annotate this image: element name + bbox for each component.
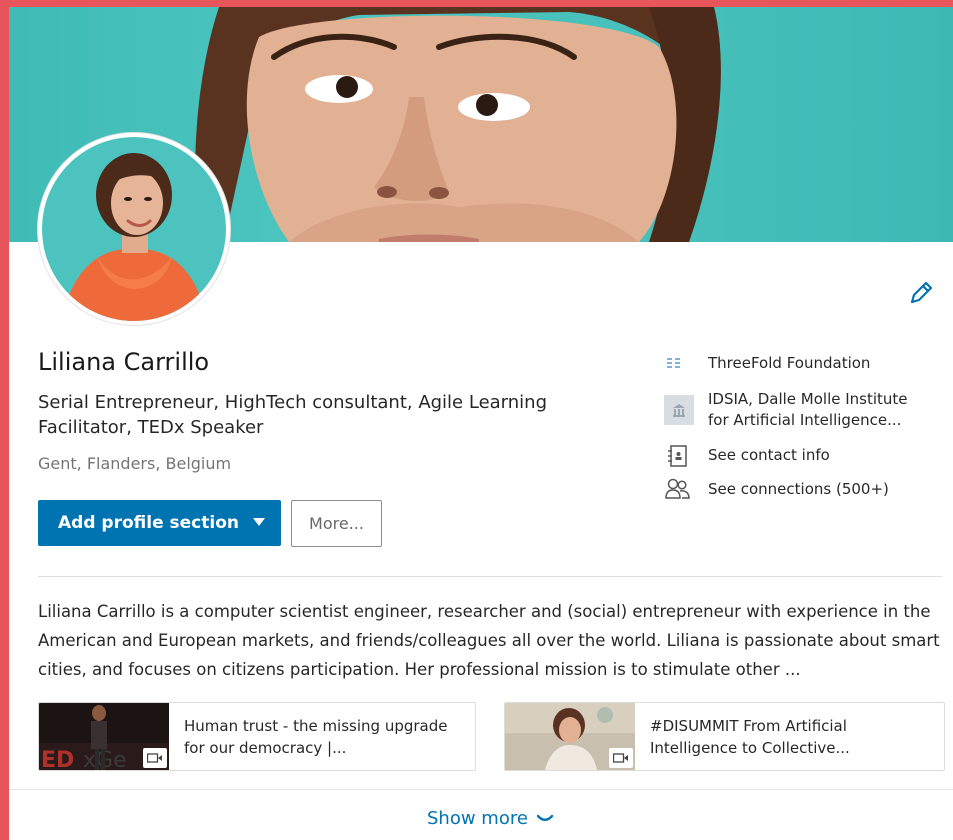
media-card-ted-talk[interactable]: ED xGe Human trust - the missing upgrade… [38,702,476,771]
profile-summary[interactable]: Liliana Carrillo is a computer scientist… [38,597,943,684]
chevron-down-icon [536,814,554,821]
more-button[interactable]: More... [291,500,382,547]
caret-down-icon [253,518,265,526]
profile-avatar[interactable] [38,133,230,325]
footer-divider [9,789,953,790]
video-icon [609,748,633,768]
profile-name: Liliana Carrillo [38,348,210,376]
sidebar-item-company-label: ThreeFold Foundation [708,354,871,372]
edit-intro-pencil-icon[interactable] [906,278,936,308]
contact-card-icon [666,444,690,472]
window-frame-left [0,0,9,840]
company-list-icon [666,355,682,374]
section-divider [38,576,942,577]
show-more-button[interactable]: Show more [427,808,554,829]
profile-location: Gent, Flanders, Belgium [38,454,232,473]
add-profile-section-button[interactable]: Add profile section [38,500,281,546]
show-more-label: Show more [427,808,528,829]
sidebar-item-contact-label: See contact info [708,446,830,464]
media-card-disummit[interactable]: #DISUMMIT From Artificial Intelligence t… [504,702,945,771]
media-thumbnail-image: ED xGe [39,703,169,770]
school-icon [664,395,694,429]
media-card-title: Human trust - the missing upgrade for ou… [184,717,448,757]
video-icon [143,748,167,768]
svg-text:ED: ED [41,748,74,770]
media-thumbnail-image [505,703,635,770]
media-card-title: #DISUMMIT From Artificial Intelligence t… [650,717,850,757]
add-profile-section-label: Add profile section [58,513,239,533]
sidebar-item-school-label: IDSIA, Dalle Molle Institute for Artific… [708,390,908,429]
window-frame-top [0,0,953,7]
people-icon [664,477,692,505]
profile-headline: Serial Entrepreneur, HighTech consultant… [38,392,548,438]
sidebar-item-connections-label: See connections (500+) [708,480,889,498]
